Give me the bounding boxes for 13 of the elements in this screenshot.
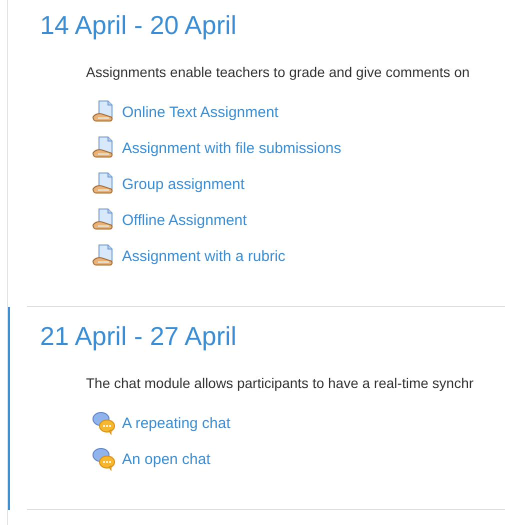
section-description: The chat module allows participants to have a real-time synchr xyxy=(86,374,474,393)
section-title: 21 April - 27 April xyxy=(40,320,237,353)
activity-link[interactable]: Online Text Assignment xyxy=(122,104,278,120)
section-description: Assignments enable teachers to grade and give comments on xyxy=(86,63,470,82)
activity-link[interactable]: Group assignment xyxy=(122,176,245,192)
chat-bubbles-icon xyxy=(92,411,116,435)
section-title: 14 April - 20 April xyxy=(40,9,237,42)
activity-link[interactable]: Assignment with a rubric xyxy=(122,248,286,264)
activity-link[interactable]: An open chat xyxy=(122,450,210,468)
activity-link[interactable]: Offline Assignment xyxy=(122,212,247,228)
activity-link[interactable]: Assignment with file submissions xyxy=(122,140,342,156)
activity-link[interactable]: A repeating chat xyxy=(122,414,230,432)
chat-bubbles-icon xyxy=(92,447,116,471)
